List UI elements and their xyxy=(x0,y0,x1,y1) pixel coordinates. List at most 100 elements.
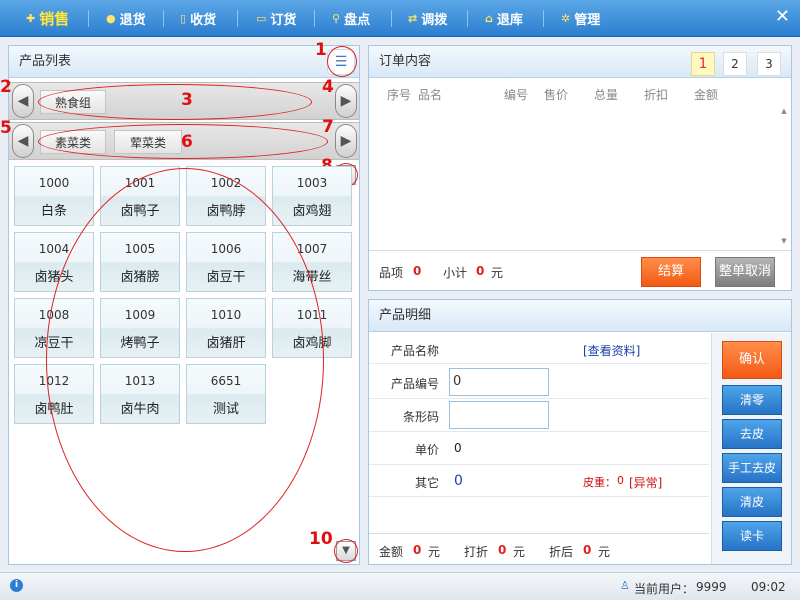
scroll-down-icon[interactable]: ▼ xyxy=(779,236,789,246)
clock: 09:02 xyxy=(751,580,786,594)
barcode-input[interactable] xyxy=(449,401,549,429)
minus-icon: ● xyxy=(106,12,116,25)
after-discount-label: 折后 xyxy=(549,545,574,559)
page-button[interactable]: 1 xyxy=(691,52,715,76)
nav-sales[interactable]: ✚ 销售 xyxy=(26,0,69,37)
page-button[interactable]: 2 xyxy=(723,52,747,76)
product-tile[interactable]: 1008 凉豆干 xyxy=(14,298,94,358)
amount-summary: 金额 0 元 打折 0 元 折后 0 元 xyxy=(369,533,709,564)
current-user-value: 9999 xyxy=(696,580,727,594)
chevron-left-icon: ◀ xyxy=(17,93,29,109)
triangle-down-icon: ▼ xyxy=(342,545,350,556)
nav-divider xyxy=(237,10,238,27)
product-tile[interactable]: 1013 卤牛肉 xyxy=(100,364,180,424)
list-view-button[interactable]: ☰ xyxy=(327,49,355,75)
subcategory-next-button[interactable]: ▶ xyxy=(335,124,357,158)
unit-price-label: 单价 xyxy=(414,443,439,457)
divider xyxy=(369,363,709,364)
nav-transfer[interactable]: ⇄ 调拨 xyxy=(408,0,447,37)
product-tile[interactable]: 1010 卤猪肝 xyxy=(186,298,266,358)
product-tile[interactable]: 1005 卤猪膀 xyxy=(100,232,180,292)
cancel-order-button[interactable]: 整单取消 xyxy=(715,257,775,287)
product-tile[interactable]: 1007 海带丝 xyxy=(272,232,352,292)
chevron-right-icon: ▶ xyxy=(340,93,352,109)
search-icon: ⚲ xyxy=(332,12,341,25)
category-group-tab[interactable]: 熟食组 xyxy=(40,90,106,114)
product-tile[interactable]: 1012 卤鸭肚 xyxy=(14,364,94,424)
unit-price-value: 0 xyxy=(454,441,462,455)
abnormal-link[interactable]: [异常] xyxy=(629,474,662,491)
plus-icon: ✚ xyxy=(26,12,36,25)
nav-manage[interactable]: ✲ 管理 xyxy=(561,0,600,37)
order-scrollbar[interactable]: ▲ ▼ xyxy=(779,106,789,246)
product-tile[interactable]: 1002 卤鸭脖 xyxy=(186,166,266,226)
nav-divider xyxy=(467,10,468,27)
column-header: 金额 xyxy=(694,88,719,102)
nav-return[interactable]: ● 退货 xyxy=(106,0,146,37)
tare-label: 皮重： xyxy=(583,476,616,489)
category-next-button[interactable]: ▶ xyxy=(335,84,357,118)
current-user-label: 当前用户： xyxy=(634,582,695,596)
user-icon: ♙ xyxy=(620,579,630,592)
product-code-input[interactable]: 0 xyxy=(449,368,549,396)
subtotal-unit: 元 xyxy=(491,266,504,280)
tare-button[interactable]: 去皮 xyxy=(722,419,782,449)
product-tile[interactable]: 1009 烤鸭子 xyxy=(100,298,180,358)
column-header: 品名 xyxy=(418,88,443,102)
view-info-link[interactable]: [查看资料] xyxy=(583,342,640,359)
after-discount-value: 0 xyxy=(583,543,592,557)
subtotal-label: 小计 xyxy=(443,266,468,280)
tare-value: 0 xyxy=(617,474,624,487)
annotation-4: 4 xyxy=(322,77,334,97)
product-tile[interactable]: 1011 卤鸡脚 xyxy=(272,298,352,358)
order-summary: 品项 0 小计 0 元 结算 整单取消 xyxy=(369,250,791,290)
barcode-label: 条形码 xyxy=(402,410,439,424)
amount-unit: 元 xyxy=(428,545,441,559)
read-card-button[interactable]: 读卡 xyxy=(722,521,782,551)
subtotal-value: 0 xyxy=(476,264,485,278)
other-value: 0 xyxy=(454,473,463,489)
product-tile[interactable]: 1006 卤豆干 xyxy=(186,232,266,292)
page-button[interactable]: 3 xyxy=(757,52,781,76)
nav-divider xyxy=(163,10,164,27)
other-label: 其它 xyxy=(414,476,439,490)
chevron-right-icon: ▶ xyxy=(340,133,352,149)
clear-button[interactable]: 清零 xyxy=(722,385,782,415)
confirm-button[interactable]: 确认 xyxy=(722,341,782,379)
annotation-6: 6 xyxy=(181,132,193,152)
product-tile[interactable]: 1003 卤鸡翅 xyxy=(272,166,352,226)
clear-tare-button[interactable]: 清皮 xyxy=(722,487,782,517)
nav-inventory[interactable]: ⚲ 盘点 xyxy=(332,0,370,37)
subcategory-tab[interactable]: 素菜类 xyxy=(40,130,106,154)
scroll-up-icon[interactable]: ▲ xyxy=(779,106,789,116)
annotation-3: 3 xyxy=(181,90,193,110)
nav-order[interactable]: ▭ 订货 xyxy=(256,0,296,37)
comment-icon: ▭ xyxy=(256,12,267,25)
product-tile[interactable]: 6651 测试 xyxy=(186,364,266,424)
info-icon[interactable]: i xyxy=(10,579,23,592)
manual-tare-button[interactable]: 手工去皮 xyxy=(722,453,782,483)
subcategory-tab[interactable]: 荤菜类 xyxy=(114,130,182,154)
amount-label: 金额 xyxy=(379,545,404,559)
subcategory-prev-button[interactable]: ◀ xyxy=(12,124,34,158)
annotation-2: 2 xyxy=(0,77,12,97)
grid-scroll-down-button[interactable]: ▼ xyxy=(336,541,356,561)
nav-divider xyxy=(314,10,315,27)
checkout-button[interactable]: 结算 xyxy=(641,257,701,287)
annotation-1: 1 xyxy=(315,40,327,60)
nav-return-stock[interactable]: ⌂ 退库 xyxy=(485,0,523,37)
nav-receive[interactable]: ▯ 收货 xyxy=(180,0,216,37)
close-icon[interactable]: ✕ xyxy=(775,6,790,27)
annotation-7: 7 xyxy=(322,117,334,137)
items-label: 品项 xyxy=(379,266,404,280)
product-list-title: 产品列表 xyxy=(9,46,359,78)
product-name-label: 产品名称 xyxy=(390,344,439,358)
order-list[interactable] xyxy=(369,102,791,248)
product-tile[interactable]: 1004 卤猪头 xyxy=(14,232,94,292)
category-prev-button[interactable]: ◀ xyxy=(12,84,34,118)
product-tile[interactable]: 1000 白条 xyxy=(14,166,94,226)
annotation-10: 10 xyxy=(309,529,333,549)
product-tile[interactable]: 1001 卤鸭子 xyxy=(100,166,180,226)
top-nav-bar: ✚ 销售 ● 退货 ▯ 收货 ▭ 订货 ⚲ 盘点 ⇄ 调拨 ⌂ 退库 ✲ 管理 ✕ xyxy=(0,0,800,37)
status-bar: i ♙ 当前用户： 9999 09:02 xyxy=(0,572,800,600)
